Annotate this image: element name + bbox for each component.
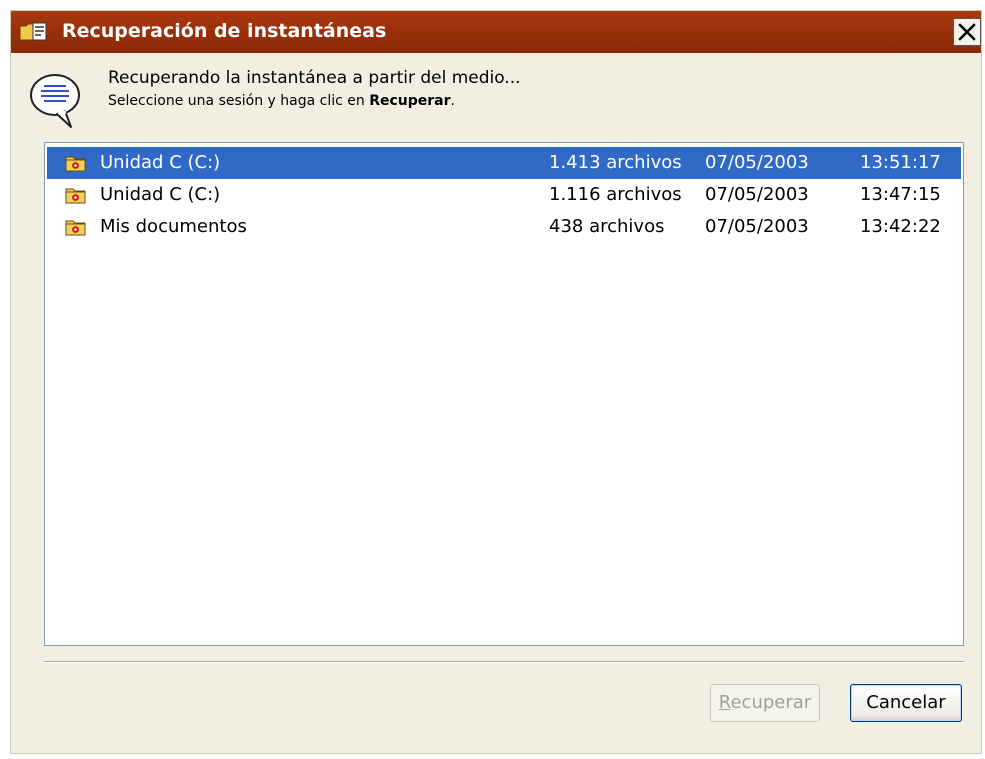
- session-name: Unidad C (C:): [100, 184, 221, 205]
- recuperar-mnemonic: R: [718, 692, 731, 713]
- session-file-count: 1.413 archivos: [549, 152, 682, 173]
- close-button[interactable]: [953, 18, 981, 46]
- close-icon: [958, 23, 976, 41]
- session-time: 13:51:17: [860, 152, 941, 173]
- separator-line: [44, 661, 964, 663]
- session-name: Mis documentos: [100, 216, 247, 237]
- instructions-suffix: .: [450, 93, 455, 109]
- folder-icon: [65, 156, 86, 172]
- session-row[interactable]: Unidad C (C:) 1.413 archivos 07/05/2003 …: [47, 147, 961, 179]
- session-list[interactable]: Unidad C (C:) 1.413 archivos 07/05/2003 …: [44, 142, 964, 646]
- header-instructions: Seleccione una sesión y haga clic en Rec…: [108, 91, 455, 111]
- window-title: Recuperación de instantáneas: [62, 20, 387, 42]
- title-bar[interactable]: Recuperación de instantáneas: [11, 11, 981, 53]
- cancelar-button[interactable]: Cancelar: [850, 684, 962, 722]
- session-date: 07/05/2003: [705, 216, 809, 237]
- folder-icon: [65, 220, 86, 236]
- folder-restore-icon: [19, 22, 47, 41]
- recuperar-button[interactable]: Recuperar: [710, 684, 820, 722]
- folder-icon: [65, 188, 86, 204]
- session-date: 07/05/2003: [705, 152, 809, 173]
- recuperar-label: ecuperar: [730, 692, 812, 713]
- session-date: 07/05/2003: [705, 184, 809, 205]
- header-title: Recuperando la instantánea a partir del …: [108, 68, 521, 88]
- instructions-bold: Recuperar: [369, 93, 451, 109]
- restore-snapshot-dialog: Recuperación de instantáneas Recuperando…: [10, 10, 982, 754]
- session-row[interactable]: Mis documentos 438 archivos 07/05/2003 1…: [47, 211, 961, 243]
- wizard-speech-bubble-icon: [30, 74, 80, 128]
- session-time: 13:47:15: [860, 184, 941, 205]
- session-time: 13:42:22: [860, 216, 941, 237]
- session-name: Unidad C (C:): [100, 152, 221, 173]
- session-row[interactable]: Unidad C (C:) 1.116 archivos 07/05/2003 …: [47, 179, 961, 211]
- session-file-count: 438 archivos: [549, 216, 665, 237]
- instructions-prefix: Seleccione una sesión y haga clic en: [108, 93, 370, 109]
- session-file-count: 1.116 archivos: [549, 184, 682, 205]
